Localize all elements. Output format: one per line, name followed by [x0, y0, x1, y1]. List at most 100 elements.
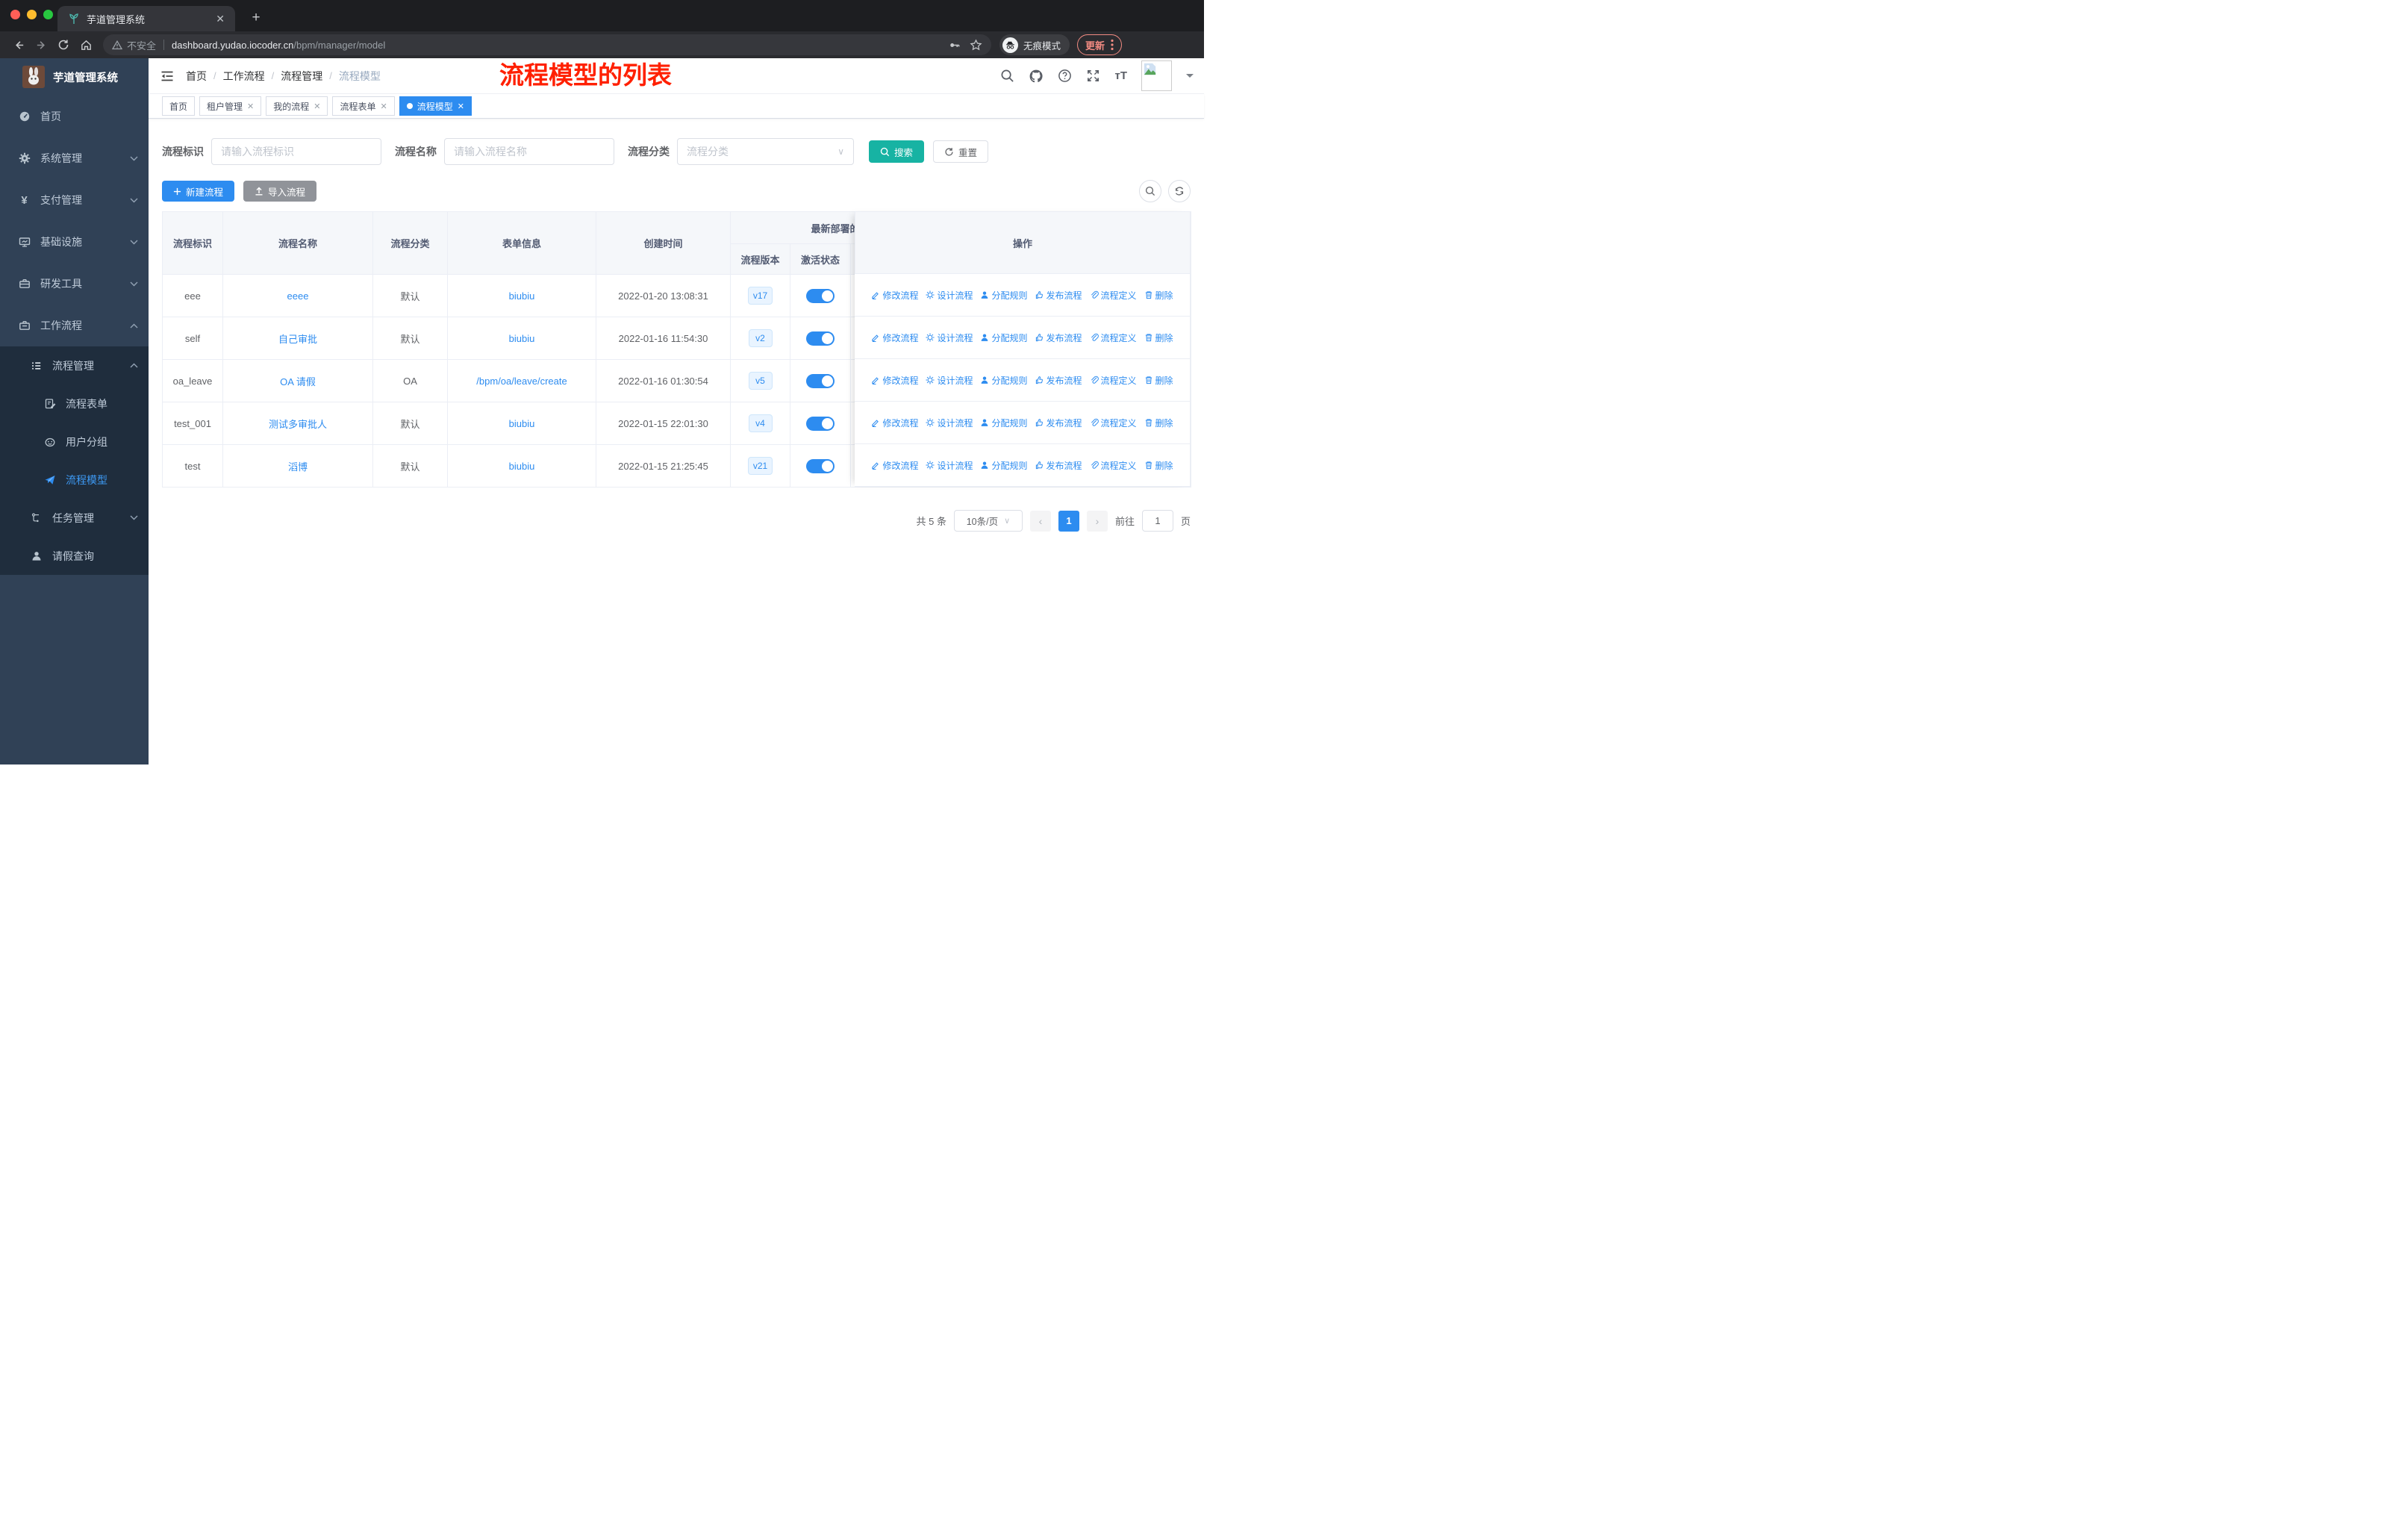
close-icon[interactable]: ✕ — [458, 102, 464, 111]
help-icon[interactable] — [1058, 69, 1072, 83]
fullscreen-icon[interactable] — [1086, 69, 1100, 83]
action-edit-link[interactable]: 修改流程 — [871, 289, 918, 302]
action-definition-link[interactable]: 流程定义 — [1090, 459, 1137, 472]
sidebar-item-process-form[interactable]: 流程表单 — [0, 384, 149, 423]
security-chip[interactable]: 不安全 — [112, 38, 156, 52]
version-badge[interactable]: v17 — [747, 287, 773, 305]
sidebar-item-user-group[interactable]: 用户分组 — [0, 423, 149, 461]
close-icon[interactable]: ✕ — [314, 102, 320, 111]
sidebar-collapse-icon[interactable] — [159, 68, 175, 84]
active-toggle[interactable] — [806, 288, 835, 303]
tag-my-process[interactable]: 我的流程 ✕ — [266, 96, 328, 116]
breadcrumb-workflow[interactable]: 工作流程 — [223, 69, 265, 84]
action-assign-link[interactable]: 分配规则 — [980, 289, 1028, 302]
version-badge[interactable]: v4 — [748, 414, 773, 432]
github-icon[interactable] — [1029, 69, 1044, 84]
address-bar[interactable]: 不安全 dashboard.yudao.iocoder.cn/bpm/manag… — [103, 34, 991, 55]
action-publish-link[interactable]: 发布流程 — [1035, 331, 1082, 344]
sidebar-item-system[interactable]: 系统管理 — [0, 137, 149, 179]
forward-icon[interactable] — [30, 34, 52, 55]
page-size-select[interactable]: 10条/页 ∨ — [953, 510, 1023, 532]
bookmark-star-icon[interactable] — [970, 38, 982, 52]
browser-update-button[interactable]: 更新 — [1077, 34, 1123, 55]
window-close-button[interactable] — [10, 10, 20, 19]
active-toggle[interactable] — [806, 416, 835, 431]
process-name-link[interactable]: OA 请假 — [280, 376, 316, 387]
search-icon[interactable] — [1000, 69, 1014, 83]
next-page-button[interactable]: › — [1086, 510, 1108, 532]
create-process-button[interactable]: 新建流程 — [162, 181, 235, 202]
action-design-link[interactable]: 设计流程 — [926, 374, 973, 387]
sidebar-item-devtools[interactable]: 研发工具 — [0, 263, 149, 305]
active-toggle[interactable] — [806, 373, 835, 388]
action-assign-link[interactable]: 分配规则 — [980, 417, 1028, 429]
reset-button[interactable]: 重置 — [933, 140, 989, 163]
action-edit-link[interactable]: 修改流程 — [871, 374, 918, 387]
action-design-link[interactable]: 设计流程 — [926, 417, 973, 429]
window-minimize-button[interactable] — [27, 10, 37, 19]
browser-tab[interactable]: 芋道管理系统 ✕ — [57, 6, 235, 31]
tag-home[interactable]: 首页 — [162, 96, 196, 116]
current-page[interactable]: 1 — [1058, 510, 1079, 532]
sidebar-item-workflow[interactable]: 工作流程 — [0, 305, 149, 346]
form-info-link[interactable]: biubiu — [509, 333, 535, 344]
import-process-button[interactable]: 导入流程 — [243, 181, 317, 202]
category-select[interactable]: 流程分类 ∨ — [677, 138, 854, 165]
version-badge[interactable]: v2 — [748, 329, 773, 347]
tab-close-icon[interactable]: ✕ — [213, 13, 228, 25]
toggle-search-icon[interactable] — [1139, 180, 1161, 202]
process-key-input[interactable] — [211, 138, 381, 165]
new-tab-button[interactable]: + — [246, 8, 266, 28]
sidebar-item-process-mgmt[interactable]: 流程管理 — [0, 346, 149, 384]
tag-process-form[interactable]: 流程表单 ✕ — [332, 96, 395, 116]
action-publish-link[interactable]: 发布流程 — [1035, 374, 1082, 387]
back-icon[interactable] — [7, 34, 30, 55]
version-badge[interactable]: v5 — [748, 372, 773, 390]
prev-page-button[interactable]: ‹ — [1029, 510, 1051, 532]
active-toggle[interactable] — [806, 458, 835, 473]
action-publish-link[interactable]: 发布流程 — [1035, 459, 1082, 472]
action-delete-link[interactable]: 删除 — [1144, 459, 1173, 472]
action-assign-link[interactable]: 分配规则 — [980, 374, 1028, 387]
avatar[interactable] — [1141, 60, 1172, 91]
process-name-input[interactable] — [444, 138, 614, 165]
form-info-link[interactable]: biubiu — [509, 418, 535, 429]
action-delete-link[interactable]: 删除 — [1144, 331, 1173, 344]
form-info-link[interactable]: biubiu — [509, 290, 535, 302]
process-name-link[interactable]: eeee — [287, 290, 309, 302]
action-definition-link[interactable]: 流程定义 — [1090, 374, 1137, 387]
action-delete-link[interactable]: 删除 — [1144, 374, 1173, 387]
form-info-link[interactable]: biubiu — [509, 461, 535, 472]
goto-page-input[interactable] — [1141, 510, 1173, 532]
process-name-link[interactable]: 自己审批 — [278, 334, 317, 345]
action-delete-link[interactable]: 删除 — [1144, 289, 1173, 302]
action-definition-link[interactable]: 流程定义 — [1090, 417, 1137, 429]
action-design-link[interactable]: 设计流程 — [926, 459, 973, 472]
password-key-icon[interactable] — [948, 39, 961, 52]
window-zoom-button[interactable] — [43, 10, 53, 19]
close-icon[interactable]: ✕ — [381, 102, 387, 111]
action-definition-link[interactable]: 流程定义 — [1090, 331, 1137, 344]
refresh-icon[interactable] — [1168, 180, 1191, 202]
window-controls[interactable] — [10, 10, 53, 19]
sidebar-item-process-model[interactable]: 流程模型 — [0, 461, 149, 499]
sidebar-item-leave-query[interactable]: 请假查询 — [0, 537, 149, 575]
active-toggle[interactable] — [806, 331, 835, 346]
font-size-icon[interactable]: ᴛT — [1114, 69, 1127, 82]
process-name-link[interactable]: 滔博 — [288, 461, 308, 473]
sidebar-item-task-mgmt[interactable]: 任务管理 — [0, 499, 149, 537]
action-edit-link[interactable]: 修改流程 — [871, 459, 918, 472]
action-definition-link[interactable]: 流程定义 — [1090, 289, 1137, 302]
process-name-link[interactable]: 测试多审批人 — [269, 419, 327, 430]
reload-icon[interactable] — [52, 34, 75, 55]
action-publish-link[interactable]: 发布流程 — [1035, 417, 1082, 429]
breadcrumb-process-mgmt[interactable]: 流程管理 — [281, 69, 322, 84]
menu-dots-icon[interactable] — [1111, 39, 1114, 51]
tag-process-model[interactable]: 流程模型 ✕ — [399, 96, 472, 116]
action-assign-link[interactable]: 分配规则 — [980, 459, 1028, 472]
caret-down-icon[interactable] — [1186, 73, 1194, 81]
home-icon[interactable] — [75, 34, 97, 55]
action-publish-link[interactable]: 发布流程 — [1035, 289, 1082, 302]
action-edit-link[interactable]: 修改流程 — [871, 331, 918, 344]
action-assign-link[interactable]: 分配规则 — [980, 331, 1028, 344]
